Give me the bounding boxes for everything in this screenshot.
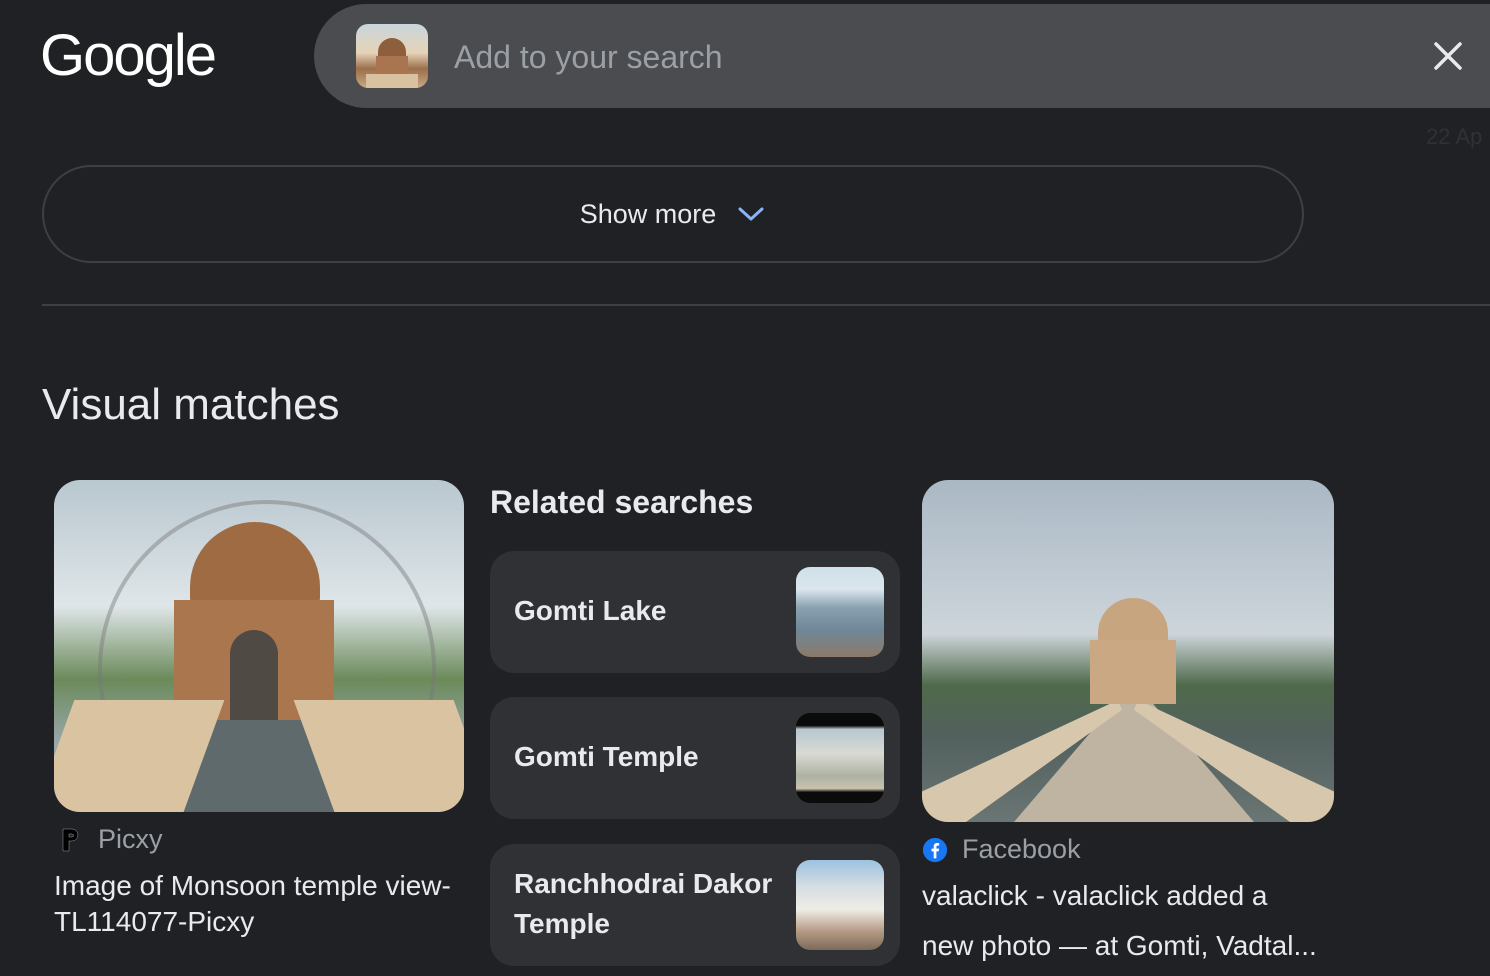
show-more-button[interactable]: Show more: [42, 165, 1304, 263]
label-line: Temple: [514, 908, 610, 939]
source-name: Picxy: [98, 824, 163, 854]
faint-date-text: 22 Ap: [1426, 124, 1483, 149]
chevron-down-icon: [738, 207, 764, 221]
visual-match-caption-1[interactable]: Image of Monsoon temple view- TL114077-P…: [54, 868, 451, 940]
related-search-thumbnail: [796, 713, 884, 803]
related-search-label: Gomti Temple: [514, 741, 699, 772]
visual-match-image-1[interactable]: [54, 480, 464, 812]
search-input[interactable]: [452, 34, 1316, 80]
source-name: Facebook: [962, 834, 1081, 864]
close-icon: [1434, 42, 1462, 70]
related-searches-title: Related searches: [490, 484, 754, 520]
related-search-ranchhodrai-dakor-temple[interactable]: Ranchhodrai Dakor Temple: [490, 844, 900, 966]
related-search-thumbnail: [796, 567, 884, 657]
related-search-gomti-temple[interactable]: Gomti Temple: [490, 697, 900, 819]
facebook-icon: [922, 837, 948, 863]
google-logo[interactable]: Google: [40, 22, 217, 89]
related-search-gomti-lake[interactable]: Gomti Lake: [490, 551, 900, 673]
picxy-logo-icon: [58, 827, 84, 853]
caption-line: new photo — at Gomti, Vadtal...: [922, 930, 1317, 961]
show-more-label: Show more: [579, 198, 717, 229]
caption-line: TL114077-Picxy: [54, 906, 255, 937]
visual-match-caption-2[interactable]: valaclick - valaclick added a new photo …: [922, 878, 1317, 964]
related-search-thumbnail: [796, 860, 884, 950]
visual-match-source-1[interactable]: Picxy: [58, 824, 163, 855]
visual-match-image-2[interactable]: [922, 480, 1334, 822]
search-image-thumbnail[interactable]: [356, 24, 428, 88]
caption-line: valaclick - valaclick added a: [922, 880, 1268, 911]
related-search-label: Ranchhodrai Dakor Temple: [514, 864, 772, 944]
related-search-label: Gomti Lake: [514, 595, 667, 626]
label-line: Ranchhodrai Dakor: [514, 868, 773, 899]
visual-match-source-2[interactable]: Facebook: [922, 834, 1081, 865]
caption-line: Image of Monsoon temple view-: [54, 870, 451, 901]
visual-matches-title: Visual matches: [42, 380, 340, 429]
divider: [42, 304, 1490, 306]
search-bar: [314, 4, 1490, 108]
close-button[interactable]: [1428, 36, 1468, 76]
